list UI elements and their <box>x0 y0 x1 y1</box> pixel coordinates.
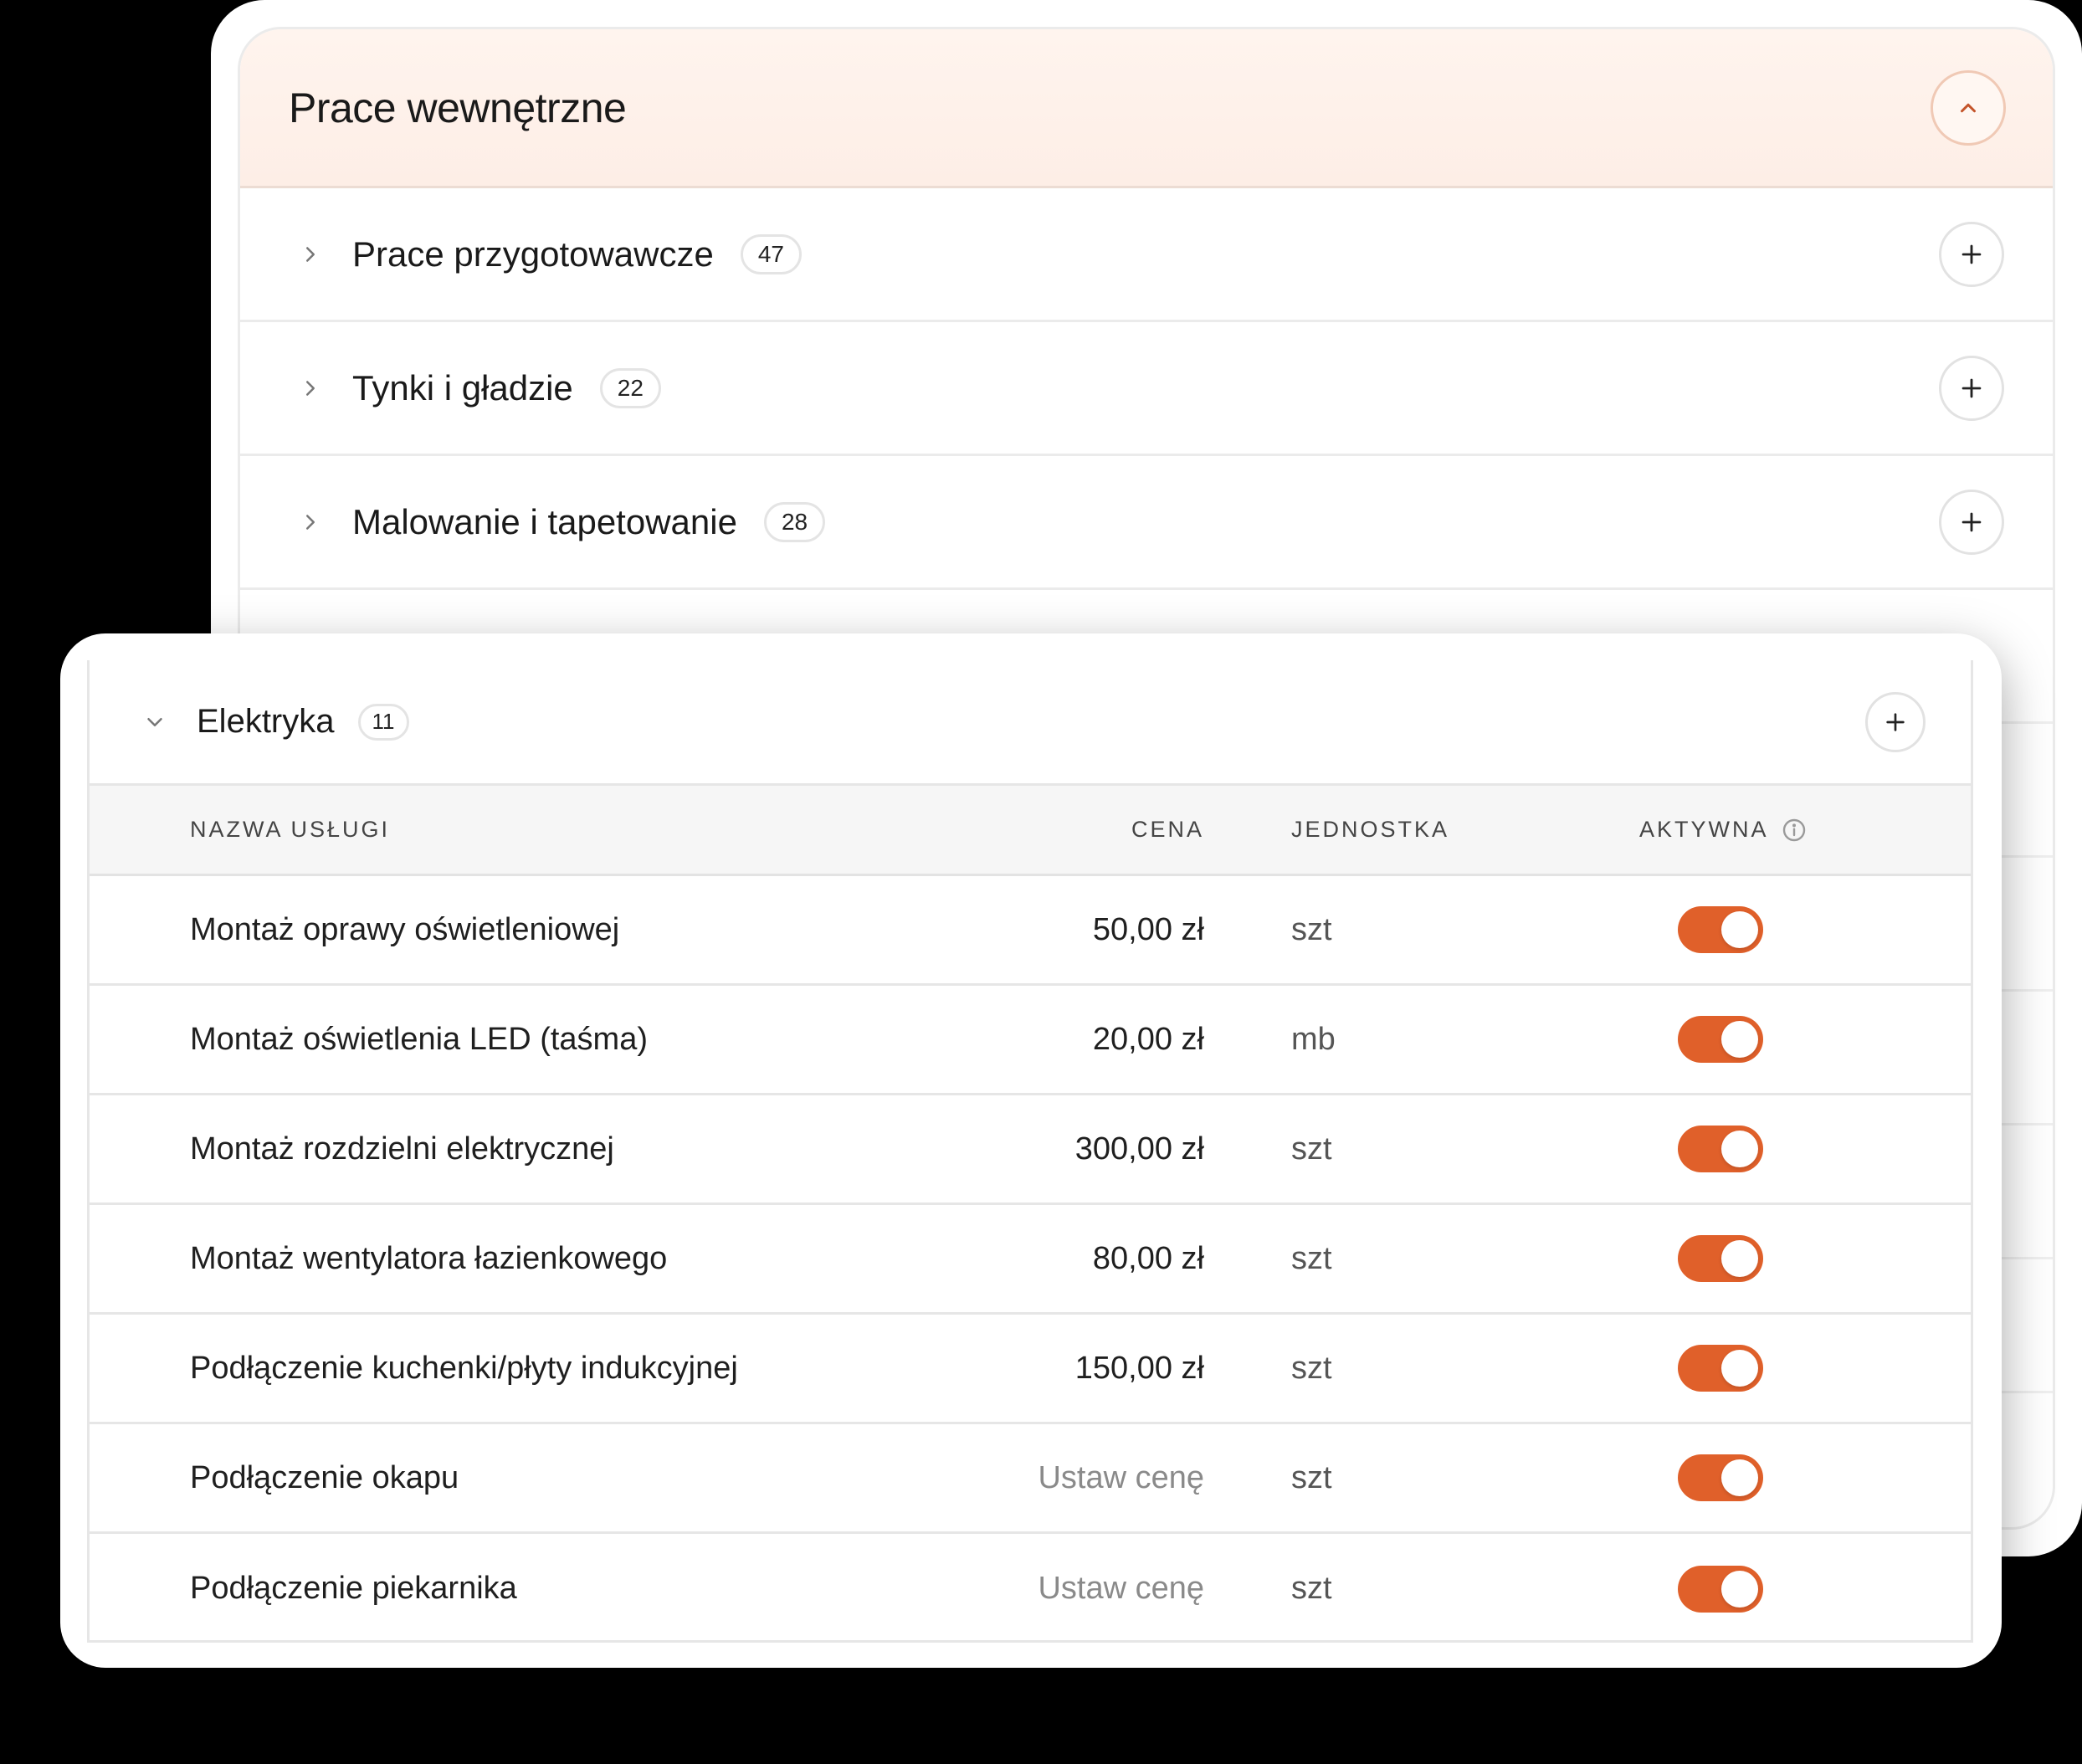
add-service-button[interactable] <box>1865 691 1926 752</box>
active-toggle[interactable] <box>1678 1126 1763 1172</box>
service-unit[interactable]: szt <box>1291 1241 1332 1277</box>
toggle-knob <box>1721 1459 1758 1496</box>
plus-icon <box>1961 378 1982 397</box>
table-header: NAZWA USŁUGI CENA JEDNOSTKA AKTYWNA <box>90 786 1971 876</box>
service-name: Montaż oprawy oświetleniowej <box>190 911 620 947</box>
active-toggle[interactable] <box>1678 906 1763 953</box>
service-price[interactable]: 80,00 zł <box>1093 1241 1204 1277</box>
table-row[interactable]: Montaż oświetlenia LED (taśma) 20,00 zł … <box>90 986 1971 1095</box>
chevron-down-icon[interactable] <box>138 705 172 739</box>
toggle-knob <box>1721 911 1758 948</box>
toggle-knob <box>1721 1350 1758 1387</box>
add-service-button[interactable] <box>1939 221 2004 287</box>
category-name: Tynki i gładzie <box>352 367 573 408</box>
column-header-price[interactable]: CENA <box>1131 817 1204 843</box>
add-service-button[interactable] <box>1939 355 2004 421</box>
category-count-badge: 47 <box>740 233 803 274</box>
toggle-knob <box>1721 1570 1758 1608</box>
service-price[interactable]: 300,00 zł <box>1075 1131 1204 1167</box>
category-name: Malowanie i tapetowanie <box>352 501 737 541</box>
service-name: Podłączenie okapu <box>190 1459 459 1495</box>
service-name: Podłączenie kuchenki/płyty indukcyjnej <box>190 1350 738 1386</box>
plus-icon <box>1961 512 1982 531</box>
toggle-knob <box>1721 1021 1758 1058</box>
table-body: Montaż oprawy oświetleniowej 50,00 zł sz… <box>90 876 1971 1640</box>
service-price[interactable]: 150,00 zł <box>1075 1351 1204 1387</box>
service-price[interactable]: 50,00 zł <box>1093 912 1204 948</box>
collapse-section-button[interactable] <box>1931 69 2006 146</box>
service-price[interactable]: 20,00 zł <box>1093 1022 1204 1058</box>
service-name: Podłączenie piekarnika <box>190 1571 517 1606</box>
service-unit[interactable]: szt <box>1291 1571 1332 1607</box>
category-row-prace-przygotowawcze[interactable]: Prace przygotowawcze 47 <box>240 188 2053 322</box>
chevron-right-icon[interactable] <box>294 372 327 405</box>
table-row[interactable]: Montaż oprawy oświetleniowej 50,00 zł sz… <box>90 876 1971 986</box>
service-unit[interactable]: szt <box>1291 1460 1332 1496</box>
category-card-elektryka: Elektryka 11 NAZWA USŁUGI CENA JEDNOSTKA… <box>60 633 2002 1668</box>
section-title: Prace wewnętrzne <box>289 84 627 131</box>
plus-icon <box>1886 712 1905 731</box>
toggle-knob <box>1721 1240 1758 1277</box>
service-unit[interactable]: szt <box>1291 1131 1332 1167</box>
category-row-malowanie-i-tapetowanie[interactable]: Malowanie i tapetowanie 28 <box>240 456 2053 590</box>
active-toggle[interactable] <box>1678 1345 1763 1392</box>
category-panel: Elektryka 11 NAZWA USŁUGI CENA JEDNOSTKA… <box>87 660 1973 1643</box>
service-name: Montaż wentylatora łazienkowego <box>190 1240 668 1276</box>
category-count-badge: 28 <box>763 501 826 542</box>
table-row[interactable]: Podłączenie piekarnika Ustaw cenę szt <box>90 1534 1971 1640</box>
category-name: Prace przygotowawcze <box>352 233 714 274</box>
table-row[interactable]: Montaż wentylatora łazienkowego 80,00 zł… <box>90 1205 1971 1315</box>
category-header[interactable]: Elektryka 11 <box>90 660 1971 786</box>
service-name: Montaż rozdzielni elektrycznej <box>190 1131 614 1167</box>
toggle-knob <box>1721 1131 1758 1167</box>
section-header[interactable]: Prace wewnętrzne <box>240 29 2053 188</box>
column-header-name[interactable]: NAZWA USŁUGI <box>190 817 390 843</box>
table-row[interactable]: Podłączenie okapu Ustaw cenę szt <box>90 1424 1971 1534</box>
add-service-button[interactable] <box>1939 489 2004 555</box>
set-price-placeholder[interactable]: Ustaw cenę <box>1038 1460 1204 1496</box>
service-unit[interactable]: szt <box>1291 912 1332 948</box>
active-toggle[interactable] <box>1678 1454 1763 1501</box>
screen: Prace wewnętrzne Prace przygotowawcze 47 <box>0 0 2082 1764</box>
service-unit[interactable]: szt <box>1291 1351 1332 1387</box>
category-count-badge: 11 <box>357 703 409 741</box>
table-row[interactable]: Podłączenie kuchenki/płyty indukcyjnej 1… <box>90 1315 1971 1424</box>
chevron-right-icon[interactable] <box>294 505 327 539</box>
column-header-active: AKTYWNA <box>1639 817 1808 844</box>
chevron-up-icon <box>1961 103 1976 112</box>
set-price-placeholder[interactable]: Ustaw cenę <box>1038 1571 1204 1607</box>
chevron-right-icon[interactable] <box>294 238 327 271</box>
column-header-active-label: AKTYWNA <box>1639 817 1769 842</box>
plus-icon <box>1961 244 1982 264</box>
service-name: Montaż oświetlenia LED (taśma) <box>190 1021 648 1057</box>
category-count-badge: 22 <box>599 367 661 408</box>
active-toggle[interactable] <box>1678 1565 1763 1613</box>
category-row-tynki-i-gladzie[interactable]: Tynki i gładzie 22 <box>240 322 2053 456</box>
active-toggle[interactable] <box>1678 1235 1763 1282</box>
service-unit[interactable]: mb <box>1291 1022 1336 1058</box>
table-row[interactable]: Montaż rozdzielni elektrycznej 300,00 zł… <box>90 1095 1971 1205</box>
column-header-unit[interactable]: JEDNOSTKA <box>1291 817 1449 843</box>
category-title: Elektryka <box>197 703 335 740</box>
active-toggle[interactable] <box>1678 1016 1763 1063</box>
info-icon[interactable] <box>1781 817 1808 844</box>
